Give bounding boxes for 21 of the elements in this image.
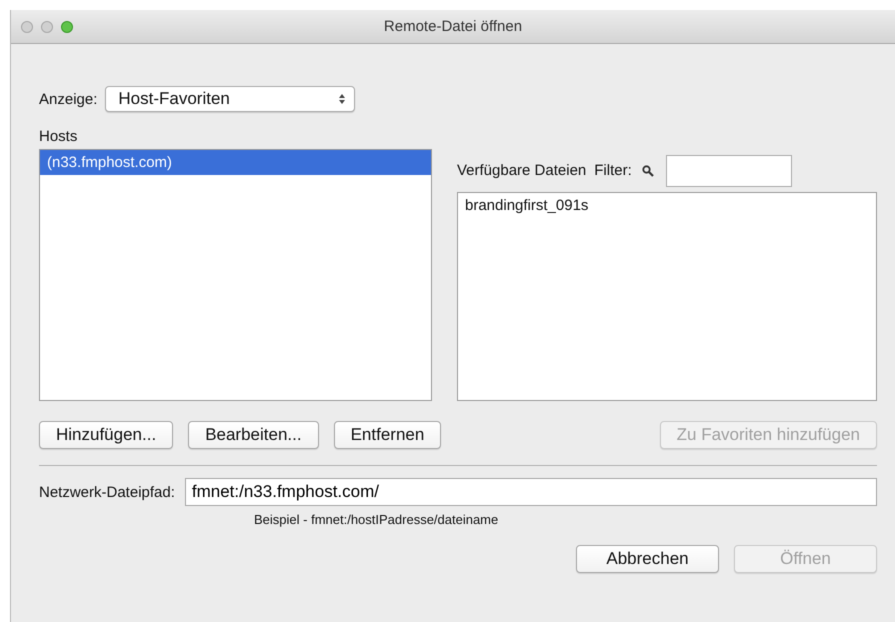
minimize-icon[interactable] xyxy=(41,20,53,32)
path-hint: Beispiel - fmnet:/hostIPadresse/dateiname xyxy=(254,512,500,527)
hosts-label: Hosts xyxy=(39,128,78,145)
updown-arrows-icon xyxy=(338,93,346,105)
view-dropdown[interactable]: Host-Favoriten xyxy=(105,86,356,112)
dialog-button[interactable]: Entfernen xyxy=(334,421,442,449)
zoom-icon[interactable] xyxy=(61,20,73,32)
dialog-button[interactable]: Abbrechen xyxy=(576,545,719,573)
window-title: Remote-Datei öffnen xyxy=(384,18,522,35)
dialog-button[interactable]: Hinzufügen... xyxy=(39,421,174,449)
dialog-button[interactable]: Bearbeiten... xyxy=(188,421,319,449)
filter-label: Filter: xyxy=(594,162,632,179)
list-item[interactable]: (n33.fmphost.com) xyxy=(40,150,431,175)
files-label: Verfügbare Dateien xyxy=(457,162,586,179)
close-icon[interactable] xyxy=(21,20,33,32)
path-label: Netzwerk-Dateipfad: xyxy=(39,484,175,500)
search-icon xyxy=(642,164,654,176)
path-field[interactable]: fmnet:/n33.fmphost.com/ xyxy=(184,478,877,506)
view-label: Anzeige: xyxy=(39,90,98,108)
filter-field[interactable] xyxy=(666,154,792,186)
list-item[interactable]: brandingfirst_091s xyxy=(458,193,876,218)
